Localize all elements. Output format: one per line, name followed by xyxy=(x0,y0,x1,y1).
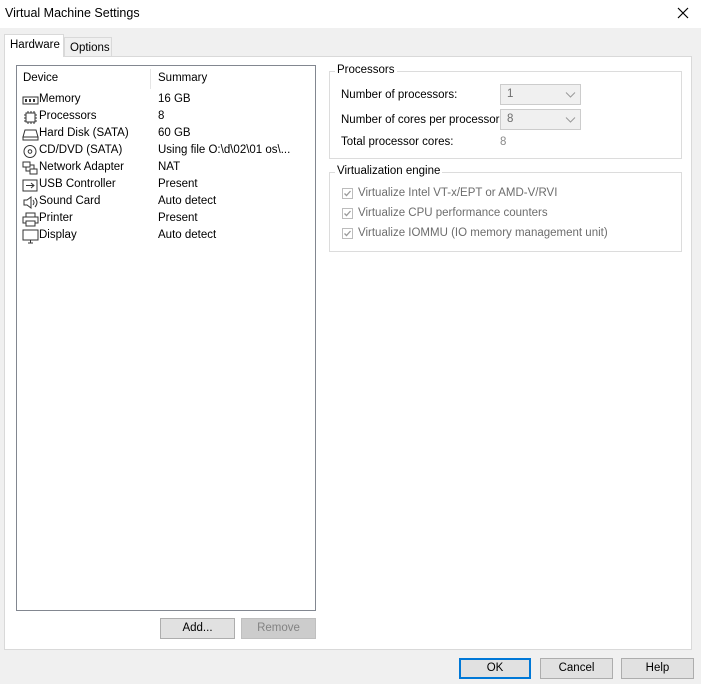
num-processors-select[interactable]: 1 xyxy=(500,84,581,105)
device-row-hard-disk[interactable]: Hard Disk (SATA) 60 GB xyxy=(17,126,315,143)
chevron-down-icon xyxy=(565,117,576,123)
checkbox-box[interactable] xyxy=(342,228,353,239)
device-row-network-adapter[interactable]: Network Adapter NAT xyxy=(17,160,315,177)
window-title: Virtual Machine Settings xyxy=(5,6,140,20)
remove-button[interactable]: Remove xyxy=(241,618,316,639)
device-row-usb-controller[interactable]: USB Controller Present xyxy=(17,177,315,194)
column-divider[interactable] xyxy=(150,69,151,89)
total-cores-value: 8 xyxy=(500,136,507,148)
virtualization-engine-group: Virtualization engine Virtualize Intel V… xyxy=(329,165,682,252)
device-summary: Auto detect xyxy=(158,195,217,207)
device-summary: Present xyxy=(158,178,198,190)
device-name: Hard Disk (SATA) xyxy=(39,127,129,139)
num-processors-label: Number of processors: xyxy=(341,89,458,101)
processors-group: Processors Number of processors: 1 Numbe… xyxy=(329,64,682,159)
device-row-memory[interactable]: Memory 16 GB xyxy=(17,92,315,109)
checkmark-icon xyxy=(344,230,351,237)
cores-per-processor-label: Number of cores per processor: xyxy=(341,114,503,126)
device-name: Network Adapter xyxy=(39,161,125,173)
device-row-processors[interactable]: Processors 8 xyxy=(17,109,315,126)
tab-options[interactable]: Options xyxy=(64,37,112,56)
device-summary: NAT xyxy=(158,161,181,173)
device-summary: 8 xyxy=(158,110,165,122)
device-name: Processors xyxy=(39,110,97,122)
device-name: Printer xyxy=(39,212,73,224)
device-summary: Using file O:\d\02\01 os\... xyxy=(158,144,291,156)
device-name: CD/DVD (SATA) xyxy=(39,144,123,156)
cd-dvd-icon xyxy=(23,145,37,158)
checkmark-icon xyxy=(344,210,351,217)
device-summary: Present xyxy=(158,212,198,224)
printer-icon xyxy=(22,212,39,227)
display-icon xyxy=(22,229,39,244)
checkbox-label: Virtualize Intel VT-x/EPT or AMD-V/RVI xyxy=(358,187,558,199)
device-name: Display xyxy=(39,229,77,241)
chevron-down-icon xyxy=(565,92,576,98)
cores-per-processor-value: 8 xyxy=(507,113,514,125)
device-name: Sound Card xyxy=(39,195,101,207)
column-header-summary[interactable]: Summary xyxy=(158,72,207,88)
close-icon xyxy=(677,7,689,19)
network-adapter-icon xyxy=(22,161,38,175)
device-summary: Auto detect xyxy=(158,229,217,241)
cancel-button[interactable]: Cancel xyxy=(540,658,613,679)
device-summary: 60 GB xyxy=(158,127,191,139)
checkbox-label: Virtualize IOMMU (IO memory management u… xyxy=(358,227,608,239)
column-header-device[interactable]: Device xyxy=(23,72,58,88)
device-list[interactable]: Device Summary Memory 16 GB Processors 8… xyxy=(16,65,316,611)
checkbox-box[interactable] xyxy=(342,208,353,219)
tab-hardware[interactable]: Hardware xyxy=(4,34,64,57)
total-cores-label: Total processor cores: xyxy=(341,136,454,148)
help-button[interactable]: Help xyxy=(621,658,694,679)
hard-disk-icon xyxy=(22,129,39,141)
num-processors-value: 1 xyxy=(507,88,514,100)
device-row-cd-dvd[interactable]: CD/DVD (SATA) Using file O:\d\02\01 os\.… xyxy=(17,143,315,160)
processors-group-label: Processors xyxy=(335,64,397,76)
processor-icon xyxy=(24,111,37,124)
title-bar: Virtual Machine Settings xyxy=(0,0,701,28)
device-row-printer[interactable]: Printer Present xyxy=(17,211,315,228)
add-button[interactable]: Add... xyxy=(160,618,235,639)
checkmark-icon xyxy=(344,190,351,197)
device-row-display[interactable]: Display Auto detect xyxy=(17,228,315,245)
device-name: USB Controller xyxy=(39,178,116,190)
device-summary: 16 GB xyxy=(158,93,191,105)
speaker-icon xyxy=(23,196,38,209)
close-button[interactable] xyxy=(671,2,695,24)
usb-icon xyxy=(22,179,38,192)
memory-icon xyxy=(22,96,39,105)
device-name: Memory xyxy=(39,93,81,105)
virtualization-group-label: Virtualization engine xyxy=(335,165,443,177)
cores-per-processor-select[interactable]: 8 xyxy=(500,109,581,130)
checkbox-box[interactable] xyxy=(342,188,353,199)
device-row-sound-card[interactable]: Sound Card Auto detect xyxy=(17,194,315,211)
checkbox-label: Virtualize CPU performance counters xyxy=(358,207,548,219)
ok-button[interactable]: OK xyxy=(459,658,531,679)
